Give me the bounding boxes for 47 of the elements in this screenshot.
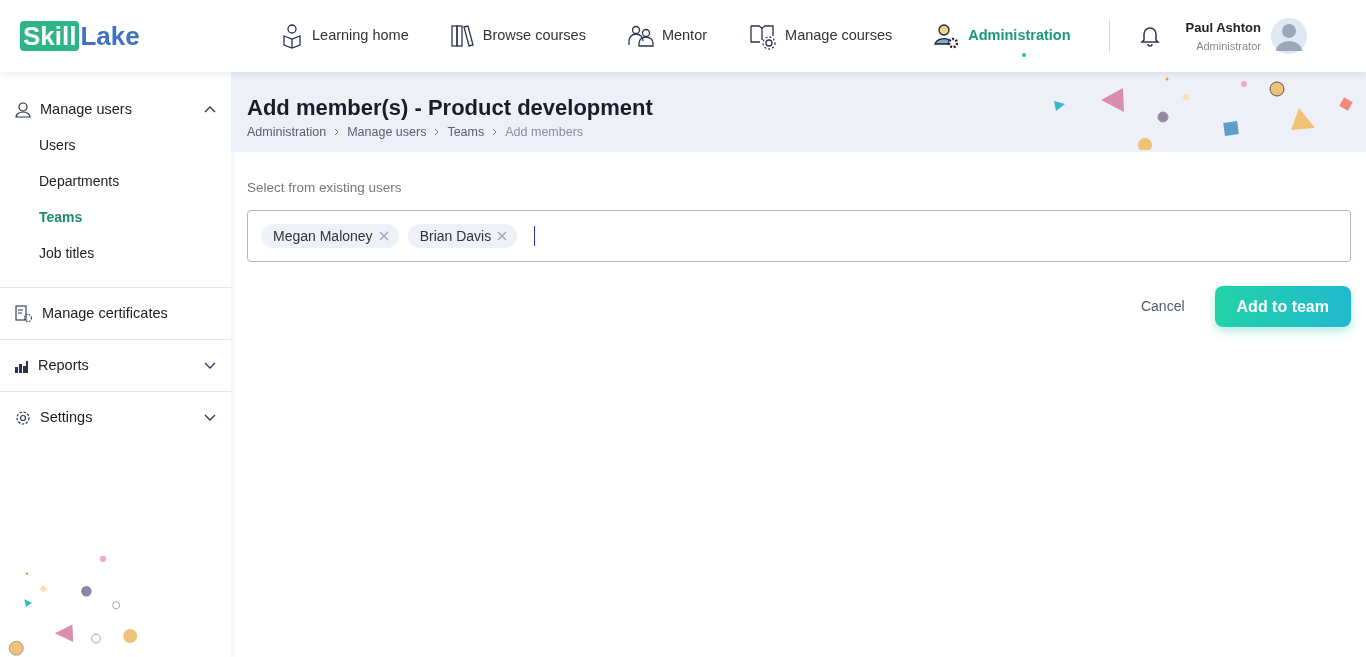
text-cursor	[534, 226, 536, 247]
sidebar-item[interactable]: Reports	[0, 352, 231, 379]
close-icon[interactable]	[378, 231, 389, 242]
chevron-down-icon	[204, 414, 216, 421]
nav-link[interactable]: Administration	[934, 23, 1071, 49]
close-icon[interactable]	[497, 231, 508, 242]
sidebar-item[interactable]: Manage certificates	[0, 300, 231, 327]
user-name: Paul Ashton	[1185, 19, 1261, 37]
bell-icon[interactable]	[1139, 25, 1160, 47]
sidebar-item[interactable]: Settings	[0, 404, 231, 431]
cancel-button[interactable]: Cancel	[1140, 296, 1185, 318]
nav-link[interactable]: Learning home	[280, 23, 409, 49]
logo-text: Skill	[20, 21, 80, 51]
active-indicator	[1022, 53, 1027, 57]
nav-link[interactable]: Mentor	[627, 25, 708, 47]
chevron-up-icon	[204, 106, 216, 113]
sidebar-subitem[interactable]: Job titles	[0, 235, 231, 271]
chevron-right-icon	[492, 128, 498, 137]
user-role: Administrator	[1196, 38, 1261, 54]
people-icon	[627, 25, 654, 47]
books-icon	[450, 24, 475, 48]
page-title: Add member(s) - Product development	[247, 94, 654, 122]
breadcrumb-link[interactable]: Manage users	[347, 123, 427, 142]
sidebar-subitem[interactable]: Users	[0, 127, 231, 163]
avatar-icon[interactable]	[1270, 18, 1307, 54]
chevron-right-icon	[434, 128, 440, 137]
field-label: Select from existing users	[247, 179, 403, 197]
chevron-down-icon	[204, 362, 216, 369]
chevron-right-icon	[334, 128, 340, 137]
breadcrumb-link[interactable]: Teams	[447, 123, 485, 142]
settings-icon	[15, 409, 31, 426]
book-gear-icon	[749, 22, 778, 50]
user-chip: Brian Davis	[407, 224, 518, 249]
nav-link[interactable]: Manage courses	[749, 22, 893, 50]
sidebar-subitem[interactable]: Teams	[0, 199, 231, 235]
certificate-gear-icon	[15, 304, 33, 323]
logo-text: Lake	[80, 21, 140, 51]
breadcrumb-link[interactable]: Administration	[247, 123, 327, 142]
sidebar-item[interactable]: Manage users	[0, 96, 231, 123]
user-chip: Megan Maloney	[261, 224, 399, 249]
chart-icon	[15, 358, 29, 373]
nav-link[interactable]: Browse courses	[450, 24, 586, 48]
user-icon	[15, 101, 31, 118]
reader-icon	[280, 23, 304, 49]
sidebar-subitem[interactable]: Departments	[0, 163, 231, 199]
users-field[interactable]: Megan Maloney Brian Davis	[247, 210, 1351, 263]
user-gear-icon	[934, 23, 961, 49]
